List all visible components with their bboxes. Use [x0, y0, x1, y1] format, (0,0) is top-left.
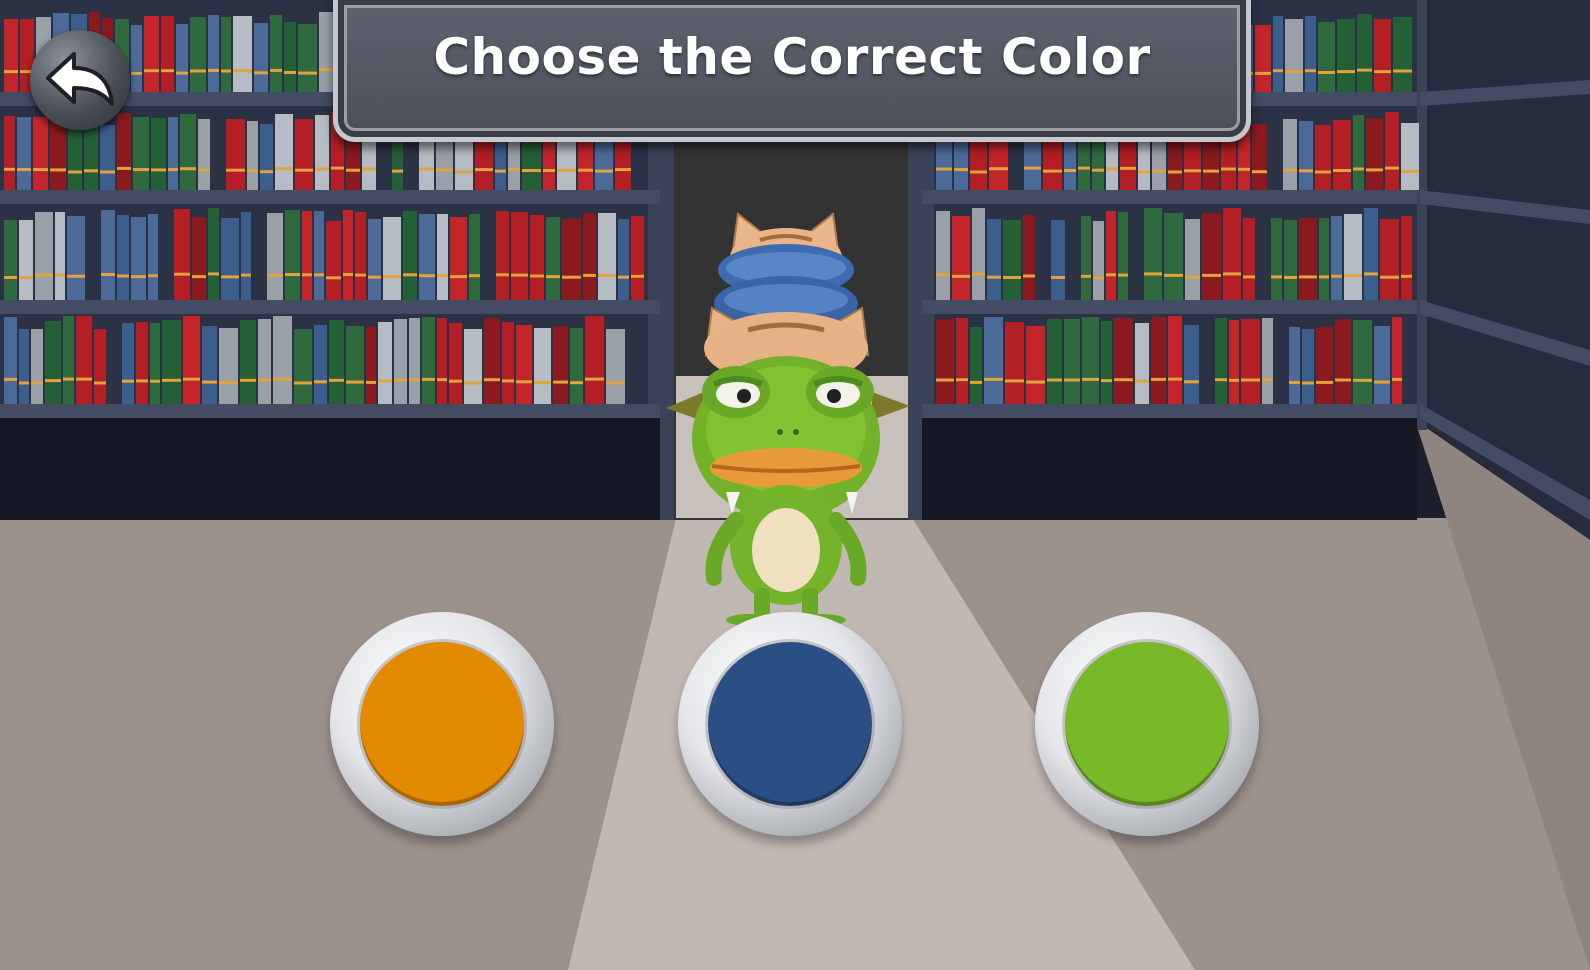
page-title: Choose the Correct Color [433, 28, 1151, 86]
back-button[interactable] [30, 30, 130, 130]
color-button-blue[interactable] [678, 612, 902, 836]
color-button-orange[interactable] [330, 612, 554, 836]
color-swatch-orange [360, 642, 524, 806]
title-panel: Choose the Correct Color [333, 0, 1251, 142]
color-swatch-blue [708, 642, 872, 806]
color-swatch-green [1065, 642, 1229, 806]
back-arrow-icon [46, 52, 114, 106]
color-button-green[interactable] [1035, 612, 1259, 836]
